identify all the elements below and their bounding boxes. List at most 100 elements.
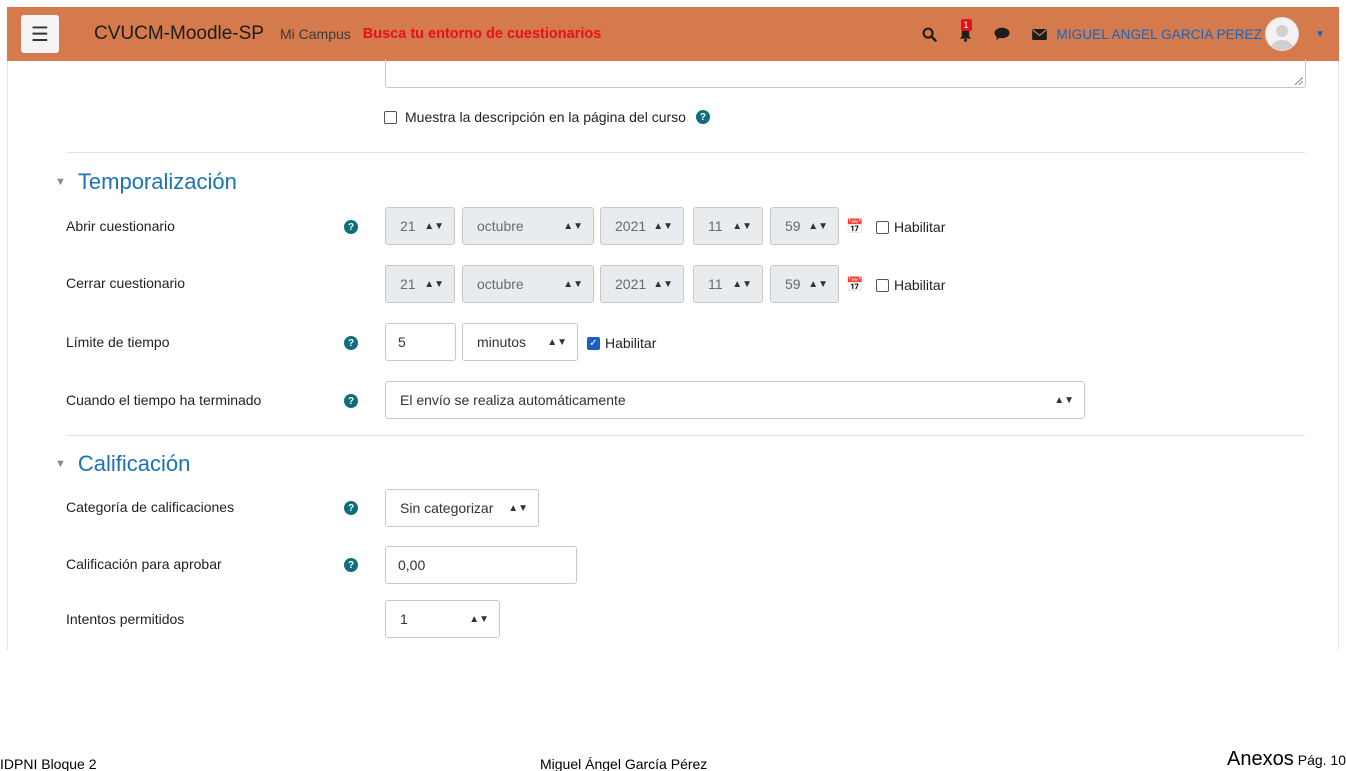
open-enable-checkbox[interactable]: [876, 220, 889, 234]
footer-page-number: Pág. 10: [1297, 752, 1346, 768]
attempts-label: Intentos permitidos: [66, 611, 185, 627]
close-minute-select[interactable]: 59 ▲▼: [770, 265, 839, 303]
open-month-select[interactable]: octubre ▲▼: [462, 207, 594, 245]
divider: [67, 435, 1305, 436]
close-enable-checkbox[interactable]: [876, 278, 889, 292]
updown-arrow-icon: ▲▼: [653, 220, 673, 232]
section-header-timing[interactable]: ▼ Temporalización: [55, 169, 237, 195]
close-year-value: 2021: [615, 276, 647, 292]
calendar-icon[interactable]: 📅: [846, 218, 863, 235]
open-hour-value: 11: [708, 218, 723, 234]
close-hour-value: 11: [708, 276, 723, 292]
updown-arrow-icon: ▲▼: [808, 220, 828, 232]
section-title-timing: Temporalización: [77, 169, 237, 194]
time-limit-input[interactable]: 5: [385, 323, 456, 361]
navbar-right-group: 1 MIGUEL ANGEL GARCIA PEREZ ▼: [900, 7, 1325, 61]
updown-arrow-icon: ▲▼: [547, 336, 567, 348]
updown-arrow-icon: ▲▼: [469, 613, 489, 625]
site-brand-link[interactable]: CVUCM-Moodle-SP: [94, 23, 264, 45]
grade-category-value: Sin categorizar: [400, 500, 494, 516]
updown-arrow-icon: ▲▼: [563, 278, 583, 290]
updown-arrow-icon: ▲▼: [424, 278, 444, 290]
footer-section-title: Anexos: [1227, 748, 1294, 770]
quiz-settings-form: Muestra la descripción en la página del …: [7, 59, 1339, 650]
updown-arrow-icon: ▲▼: [508, 502, 528, 514]
document-footer: IDPNI Bloque 2 Miguel Ángel García Pérez…: [0, 748, 1346, 771]
open-month-value: octubre: [477, 218, 524, 234]
close-hour-select[interactable]: 11 ▲▼: [693, 265, 763, 303]
footer-right: Anexos Pág. 10: [1227, 748, 1346, 771]
updown-arrow-icon: ▲▼: [424, 220, 444, 232]
time-limit-unit-select[interactable]: minutos ▲▼: [462, 323, 578, 361]
updown-arrow-icon: ▲▼: [1054, 394, 1074, 406]
pass-grade-input[interactable]: 0,00: [385, 546, 577, 584]
close-minute-value: 59: [785, 276, 801, 292]
help-icon[interactable]: ?: [344, 558, 358, 572]
help-icon[interactable]: ?: [344, 501, 358, 515]
avatar[interactable]: [1265, 17, 1300, 51]
time-limit-enable-checkbox[interactable]: ✓: [587, 336, 600, 350]
show-description-checkbox[interactable]: [384, 110, 397, 124]
time-limit-enable-label: Habilitar: [605, 335, 657, 351]
open-year-value: 2021: [615, 218, 647, 234]
description-textarea[interactable]: [385, 59, 1306, 88]
show-description-label: Muestra la descripción en la página del …: [405, 109, 686, 125]
collapse-triangle-icon: ▼: [55, 176, 66, 188]
grade-category-label: Categoría de calificaciones: [66, 499, 235, 515]
section-header-grade[interactable]: ▼ Calificación: [55, 451, 190, 477]
calendar-icon[interactable]: 📅: [846, 276, 863, 293]
help-icon[interactable]: ?: [695, 110, 710, 124]
open-quiz-label: Abrir cuestionario: [66, 218, 175, 234]
section-title-grade: Calificación: [77, 451, 191, 476]
close-month-value: octubre: [477, 276, 524, 292]
close-year-select[interactable]: 2021 ▲▼: [600, 265, 684, 303]
chat-bubble-icon[interactable]: [994, 27, 1010, 41]
notification-count-badge: 1: [960, 18, 972, 31]
time-limit-unit-value: minutos: [477, 334, 527, 350]
chevron-down-icon[interactable]: ▼: [1315, 29, 1325, 40]
hamburger-icon: ☰: [31, 23, 49, 46]
open-day-select[interactable]: 21 ▲▼: [385, 207, 455, 245]
envelope-icon[interactable]: [1031, 28, 1047, 40]
open-minute-select[interactable]: 59 ▲▼: [770, 207, 839, 245]
updown-arrow-icon: ▲▼: [653, 278, 673, 290]
close-quiz-label: Cerrar cuestionario: [66, 275, 186, 291]
footer-author: Miguel Ángel García Pérez: [540, 756, 708, 771]
top-navbar: ☰ CVUCM-Moodle-SP Mi Campus Busca tu ent…: [7, 7, 1339, 61]
nav-link-mi-campus[interactable]: Mi Campus: [280, 26, 351, 42]
user-menu-name[interactable]: MIGUEL ANGEL GARCIA PEREZ: [1057, 27, 1263, 42]
help-icon[interactable]: ?: [344, 220, 358, 234]
close-day-value: 21: [400, 276, 416, 292]
close-enable-label: Habilitar: [894, 277, 946, 293]
updown-arrow-icon: ▲▼: [808, 278, 828, 290]
open-enable-row: Habilitar: [876, 219, 945, 235]
search-icon[interactable]: [922, 27, 937, 42]
close-month-select[interactable]: octubre ▲▼: [462, 265, 594, 303]
help-icon[interactable]: ?: [344, 336, 358, 350]
close-enable-row: Habilitar: [876, 277, 945, 293]
open-minute-value: 59: [785, 218, 801, 234]
open-hour-select[interactable]: 11 ▲▼: [693, 207, 763, 245]
when-time-expires-value: El envío se realiza automáticamente: [400, 392, 626, 408]
open-year-select[interactable]: 2021 ▲▼: [600, 207, 684, 245]
attempts-value: 1: [400, 611, 408, 627]
footer-left-text: IDPNI Bloque 2: [0, 756, 97, 771]
open-day-value: 21: [400, 218, 416, 234]
help-icon[interactable]: ?: [344, 394, 358, 408]
when-time-expires-label: Cuando el tiempo ha terminado: [66, 392, 262, 408]
nav-link-search-quizzes[interactable]: Busca tu entorno de cuestionarios: [363, 26, 602, 42]
updown-arrow-icon: ▲▼: [732, 278, 752, 290]
hamburger-menu-button[interactable]: ☰: [21, 15, 59, 53]
when-time-expires-select[interactable]: El envío se realiza automáticamente ▲▼: [385, 381, 1085, 419]
bell-icon[interactable]: 1: [959, 18, 972, 42]
updown-arrow-icon: ▲▼: [563, 220, 583, 232]
updown-arrow-icon: ▲▼: [732, 220, 752, 232]
resize-grip-icon[interactable]: [1293, 75, 1303, 85]
close-day-select[interactable]: 21 ▲▼: [385, 265, 455, 303]
grade-category-select[interactable]: Sin categorizar ▲▼: [385, 489, 539, 527]
pass-grade-label: Calificación para aprobar: [66, 556, 222, 572]
attempts-select[interactable]: 1 ▲▼: [385, 600, 500, 638]
divider: [67, 152, 1305, 153]
collapse-triangle-icon: ▼: [55, 458, 66, 470]
time-limit-enable-row: ✓ Habilitar: [587, 335, 656, 351]
